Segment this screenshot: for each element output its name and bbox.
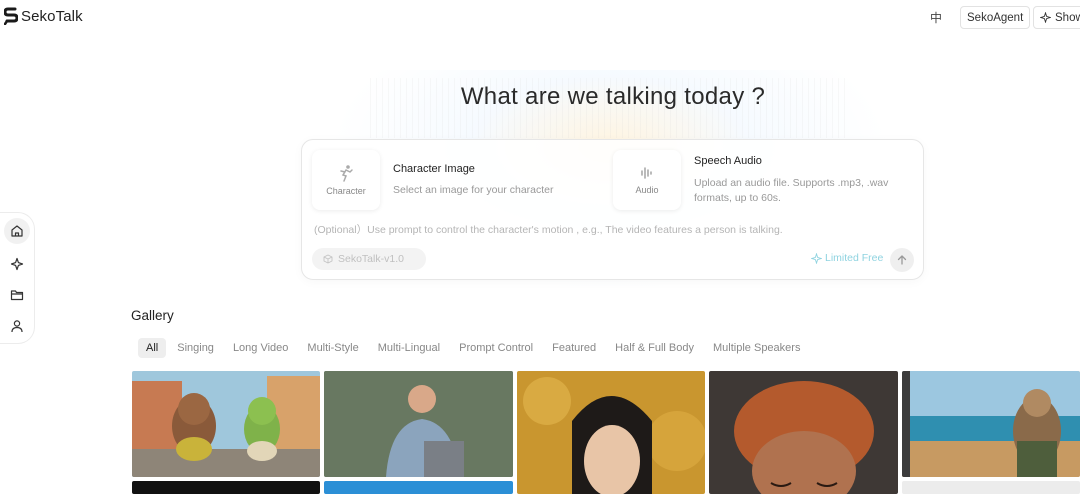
speech-audio-description: Upload an audio file. Supports .mp3, .wa… <box>694 177 889 204</box>
gallery-card-sloth-train[interactable] <box>902 371 1080 477</box>
seko-agent-button[interactable]: SekoAgent <box>960 6 1031 29</box>
gallery-card-row2-5[interactable] <box>902 481 1080 494</box>
sparkle-icon <box>1040 12 1051 23</box>
send-button[interactable] <box>890 248 914 272</box>
character-tile-label: Character <box>326 186 366 196</box>
hero-title: What are we talking today ? <box>460 83 766 110</box>
character-image-title: Character Image <box>393 163 475 175</box>
cube-icon <box>323 254 333 264</box>
tab-multi-style[interactable]: Multi-Style <box>299 338 366 358</box>
nav-create[interactable] <box>4 251 30 277</box>
nav-projects[interactable] <box>4 282 30 308</box>
language-toggle[interactable]: 中 <box>930 9 942 26</box>
nav-profile[interactable] <box>4 313 30 339</box>
brand-logo[interactable]: SekoTalk <box>4 7 83 25</box>
gallery-title: Gallery <box>131 308 174 323</box>
speaker-thumbnail <box>324 371 513 477</box>
brand-name: SekoTalk <box>21 7 83 25</box>
sparkle-icon <box>10 257 24 271</box>
show-button[interactable]: Show <box>1033 6 1080 29</box>
home-icon <box>11 225 23 237</box>
user-icon <box>11 320 23 333</box>
tab-featured[interactable]: Featured <box>544 338 604 358</box>
gallery-card-headscarf-portrait[interactable] <box>709 371 898 494</box>
arrow-up-icon <box>897 255 907 265</box>
model-selector[interactable]: SekoTalk-v1.0 <box>312 248 426 270</box>
prompt-input[interactable]: (Optional）Use prompt to control the char… <box>314 222 783 237</box>
gallery-card-golden-portrait[interactable] <box>517 371 705 494</box>
folder-icon <box>10 290 24 301</box>
limited-free-label: Limited Free <box>825 252 884 264</box>
gallery-card-row2-1[interactable] <box>132 481 320 494</box>
audio-upload-button[interactable]: Audio <box>613 150 681 210</box>
tab-all[interactable]: All <box>138 338 167 358</box>
model-name: SekoTalk-v1.0 <box>338 253 404 265</box>
side-nav <box>0 212 35 344</box>
gallery-card-cartoon-characters[interactable] <box>132 371 320 477</box>
sekotalk-logo-icon <box>4 7 18 25</box>
golden-portrait-thumbnail <box>517 371 705 494</box>
tab-multi-lingual[interactable]: Multi-Lingual <box>370 338 448 358</box>
gallery-card-row2-2[interactable] <box>324 481 513 494</box>
cartoon-street-thumbnail <box>132 371 320 477</box>
tab-long-video[interactable]: Long Video <box>225 338 296 358</box>
speech-audio-title: Speech Audio <box>694 155 762 167</box>
gallery-tabs: All Singing Long Video Multi-Style Multi… <box>138 338 811 358</box>
character-dance-icon <box>340 165 353 182</box>
top-bar: SekoTalk 中 SekoAgent Show <box>0 0 1080 36</box>
character-image-description: Select an image for your character <box>393 184 554 196</box>
gallery-card-speaker-talk[interactable] <box>324 371 513 477</box>
tab-prompt-control[interactable]: Prompt Control <box>451 338 541 358</box>
headscarf-portrait-thumbnail <box>709 371 898 494</box>
show-button-label: Show <box>1055 11 1080 24</box>
tab-half-full-body[interactable]: Half & Full Body <box>607 338 702 358</box>
character-upload-button[interactable]: Character <box>312 150 380 210</box>
limited-free-badge: Limited Free <box>811 252 883 264</box>
sloth-train-thumbnail <box>902 371 1080 477</box>
tab-singing[interactable]: Singing <box>169 338 222 358</box>
tab-multiple-speakers[interactable]: Multiple Speakers <box>705 338 808 358</box>
audio-tile-label: Audio <box>635 185 659 195</box>
nav-home[interactable] <box>4 218 30 244</box>
composer-card: Character Character Image Select an imag… <box>301 139 924 280</box>
audio-wave-icon <box>641 167 652 179</box>
sparkle-icon <box>811 252 822 264</box>
